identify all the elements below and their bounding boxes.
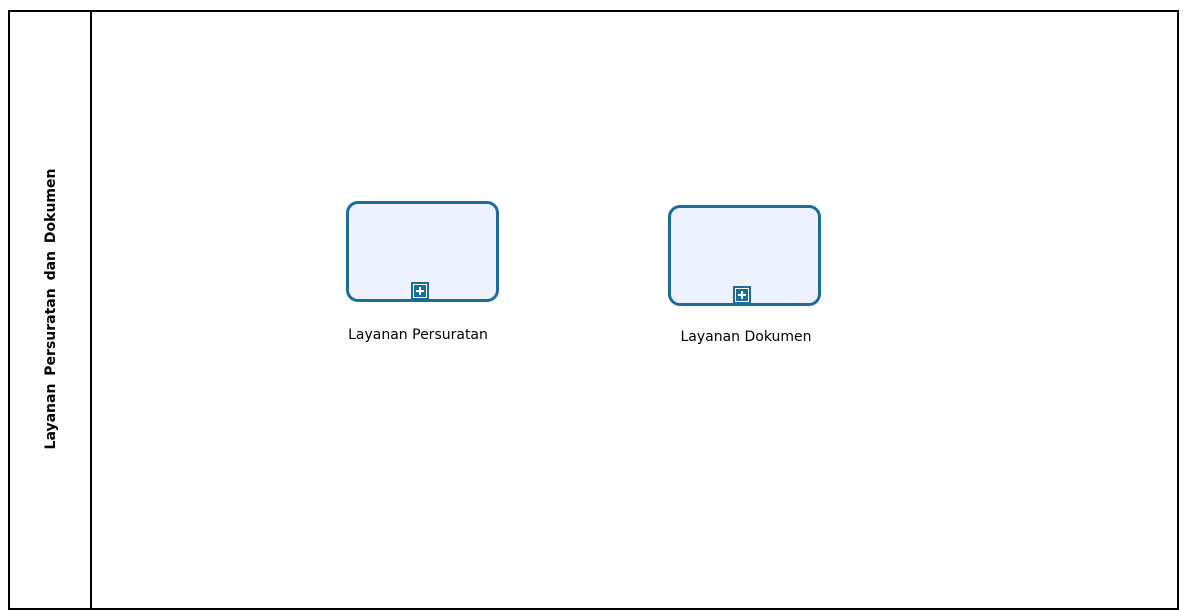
subprocess-label: Layanan Persuratan <box>348 327 488 343</box>
lane-title: Layanan Persuratan dan Dokumen <box>43 168 59 450</box>
expand-plus-icon[interactable] <box>733 286 751 304</box>
subprocess-label: Layanan Dokumen <box>680 329 812 345</box>
subprocess-layanan-persuratan[interactable] <box>346 201 499 302</box>
lane-header: Layanan Persuratan dan Dokumen <box>10 12 92 608</box>
subprocess-layanan-dokumen[interactable] <box>668 205 821 306</box>
pool: Layanan Persuratan dan Dokumen <box>8 10 1179 610</box>
expand-plus-icon[interactable] <box>411 282 429 300</box>
